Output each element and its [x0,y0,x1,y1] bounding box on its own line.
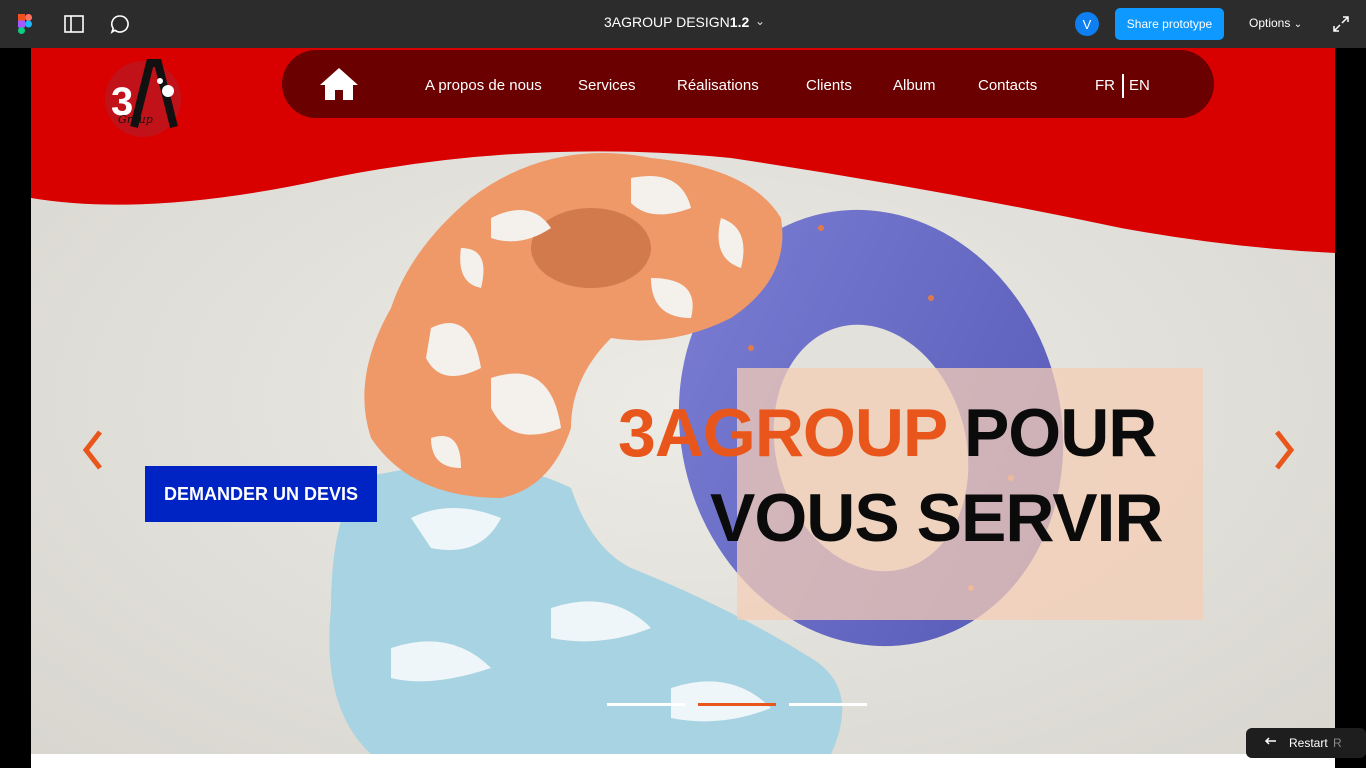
slider-dot-1[interactable] [607,703,685,706]
fullscreen-icon[interactable] [1332,15,1350,33]
nav-item-services[interactable]: Services [578,77,636,94]
svg-text:Group: Group [118,113,153,126]
options-menu[interactable]: Options ⌄ [1249,16,1302,30]
restart-label: Restart [1289,736,1328,750]
restart-prototype-button[interactable]: Restart R [1246,728,1366,758]
lang-divider [1122,74,1124,98]
options-label: Options [1249,16,1291,30]
hero-headline-line2: VOUS SERVIR [710,480,1164,556]
restart-shortcut-key: R [1333,736,1342,750]
share-prototype-button[interactable]: Share prototype [1115,8,1224,40]
comment-icon[interactable] [108,12,132,36]
prototype-title[interactable]: 3AGROUP DESIGN1.2 [604,14,749,30]
nav-item-album[interactable]: Album [893,77,936,94]
sidebar-toggle-icon[interactable] [62,12,86,36]
home-icon[interactable] [318,66,360,102]
slider-dot-3[interactable] [789,703,867,706]
hero-line1-rest: POUR [946,395,1157,471]
figma-logo-icon[interactable] [13,12,37,36]
chevron-down-icon: ⌄ [1293,19,1303,30]
hero-headline-line1: 3AGROUP POUR [618,394,1157,472]
nav-item-about[interactable]: A propos de nous [425,77,542,94]
nav-item-contacts[interactable]: Contacts [978,77,1037,94]
title-version: 1.2 [729,14,750,30]
request-quote-button[interactable]: DEMANDER UN DEVIS [145,466,377,522]
restart-icon [1264,737,1276,745]
nav-item-realisations[interactable]: Réalisations [677,77,759,94]
chevron-down-icon[interactable]: ⌄ [755,14,765,28]
lang-fr-link[interactable]: FR [1095,77,1115,94]
nav-item-clients[interactable]: Clients [806,77,852,94]
title-prefix: 3AGROUP DESIGN [604,14,730,30]
next-section-edge [31,754,1335,768]
avatar[interactable]: V [1075,12,1099,36]
chevron-right-icon[interactable] [1269,426,1299,474]
site-logo[interactable]: 3 Group [104,57,186,137]
hero-brand-word: 3AGROUP [618,395,947,471]
main-navigation: A propos de nous Services Réalisations C… [282,50,1214,118]
figma-toolbar: 3AGROUP DESIGN1.2 ⌄ V Share prototype Op… [0,0,1366,48]
chevron-left-icon[interactable] [78,426,108,474]
slider-dot-2[interactable] [698,703,776,706]
prototype-frame: 3 Group A propos de nous Services Réalis… [31,48,1335,754]
lang-en-link[interactable]: EN [1129,77,1150,94]
